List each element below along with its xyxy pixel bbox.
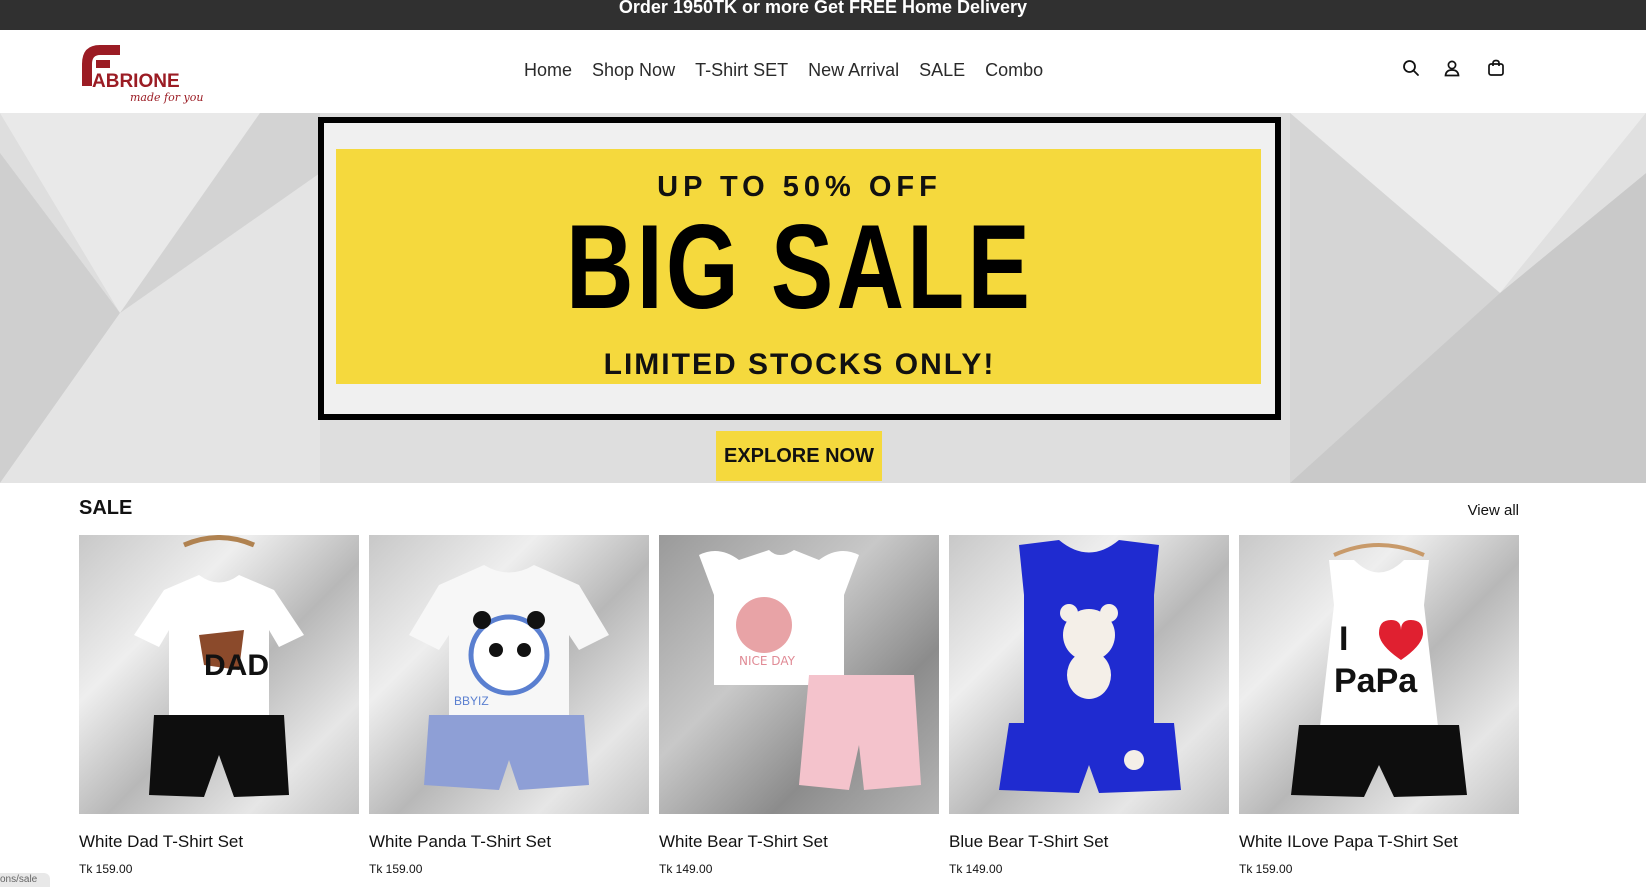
- fabrione-logo-icon: ABRIONE made for you: [82, 45, 203, 104]
- product-image[interactable]: [949, 535, 1229, 814]
- tshirt-set-illustration: BBYIZ: [409, 565, 609, 790]
- cart-button[interactable]: [1487, 59, 1505, 77]
- product-image[interactable]: NICE DAY: [659, 535, 939, 814]
- hero-headline: BIG SALE: [565, 200, 1034, 334]
- product-price: Tk 159.00: [79, 862, 133, 876]
- brand-logo[interactable]: ABRIONE made for you: [78, 42, 208, 104]
- svg-text:BBYIZ: BBYIZ: [454, 694, 489, 708]
- product-price: Tk 159.00: [369, 862, 423, 876]
- nav-combo[interactable]: Combo: [985, 60, 1043, 81]
- product-card[interactable]: NICE DAY White Bear T-Shirt Set Tk 149.0…: [659, 535, 939, 876]
- product-name[interactable]: White Dad T-Shirt Set: [79, 832, 359, 852]
- product-image[interactable]: I PaPa: [1239, 535, 1519, 814]
- product-name[interactable]: Blue Bear T-Shirt Set: [949, 832, 1229, 852]
- nav-shop-now[interactable]: Shop Now: [592, 60, 675, 81]
- tshirt-set-illustration: I PaPa: [1291, 543, 1467, 797]
- nav-new-arrival[interactable]: New Arrival: [808, 60, 899, 81]
- site-header: ABRIONE made for you Home Shop Now T-Shi…: [0, 30, 1646, 113]
- product-name[interactable]: White Bear T-Shirt Set: [659, 832, 939, 852]
- main-nav: Home Shop Now T-Shirt SET New Arrival SA…: [524, 60, 1063, 81]
- product-price: Tk 149.00: [659, 862, 713, 876]
- nav-home[interactable]: Home: [524, 60, 572, 81]
- search-button[interactable]: [1402, 59, 1420, 77]
- hero-promo-frame: UP TO 50% OFF BIG SALE LIMITED STOCKS ON…: [318, 117, 1281, 420]
- account-button[interactable]: [1443, 59, 1461, 77]
- account-icon: [1444, 60, 1460, 77]
- product-image[interactable]: BBYIZ: [369, 535, 649, 814]
- hero-subline: LIMITED STOCKS ONLY!: [603, 348, 996, 381]
- status-bar-url: ons/sale: [0, 873, 50, 887]
- cart-icon: [1488, 59, 1504, 76]
- product-card[interactable]: Blue Bear T-Shirt Set Tk 149.00: [949, 535, 1229, 876]
- product-name[interactable]: White ILove Papa T-Shirt Set: [1239, 832, 1519, 852]
- svg-text:I: I: [1339, 620, 1348, 658]
- nav-tshirt-set[interactable]: T-Shirt SET: [695, 60, 788, 81]
- view-all-link[interactable]: View all: [1468, 502, 1519, 519]
- explore-now-button[interactable]: EXPLORE NOW: [716, 431, 882, 481]
- svg-text:ABRIONE: ABRIONE: [92, 71, 180, 92]
- announcement-bar: Order 1950TK or more Get FREE Home Deliv…: [0, 0, 1646, 30]
- svg-text:NICE DAY: NICE DAY: [739, 654, 796, 668]
- svg-text:made for you: made for you: [130, 91, 203, 104]
- hero-banner: UP TO 50% OFF BIG SALE LIMITED STOCKS ON…: [0, 113, 1646, 483]
- product-card[interactable]: I PaPa White ILove Papa T-Shirt Set Tk 1…: [1239, 535, 1519, 876]
- svg-text:DAD: DAD: [204, 649, 269, 682]
- nav-sale[interactable]: SALE: [919, 60, 965, 81]
- search-icon: [1403, 60, 1419, 76]
- product-image[interactable]: DAD: [79, 535, 359, 814]
- tshirt-set-illustration: [999, 540, 1181, 793]
- section-title: SALE: [79, 497, 133, 519]
- tshirt-set-illustration: NICE DAY: [699, 550, 921, 790]
- product-card[interactable]: DAD White Dad T-Shirt Set Tk 159.00: [79, 535, 359, 876]
- tshirt-set-illustration: DAD: [134, 535, 304, 797]
- svg-text:PaPa: PaPa: [1334, 662, 1418, 700]
- product-grid: DAD White Dad T-Shirt Set Tk 159.00 BBYI…: [79, 535, 1519, 876]
- product-card[interactable]: BBYIZ White Panda T-Shirt Set Tk 159.00: [369, 535, 649, 876]
- product-price: Tk 159.00: [1239, 862, 1293, 876]
- announcement-text: Order 1950TK or more Get FREE Home Deliv…: [618, 0, 1028, 17]
- product-price: Tk 149.00: [949, 862, 1003, 876]
- product-name[interactable]: White Panda T-Shirt Set: [369, 832, 649, 852]
